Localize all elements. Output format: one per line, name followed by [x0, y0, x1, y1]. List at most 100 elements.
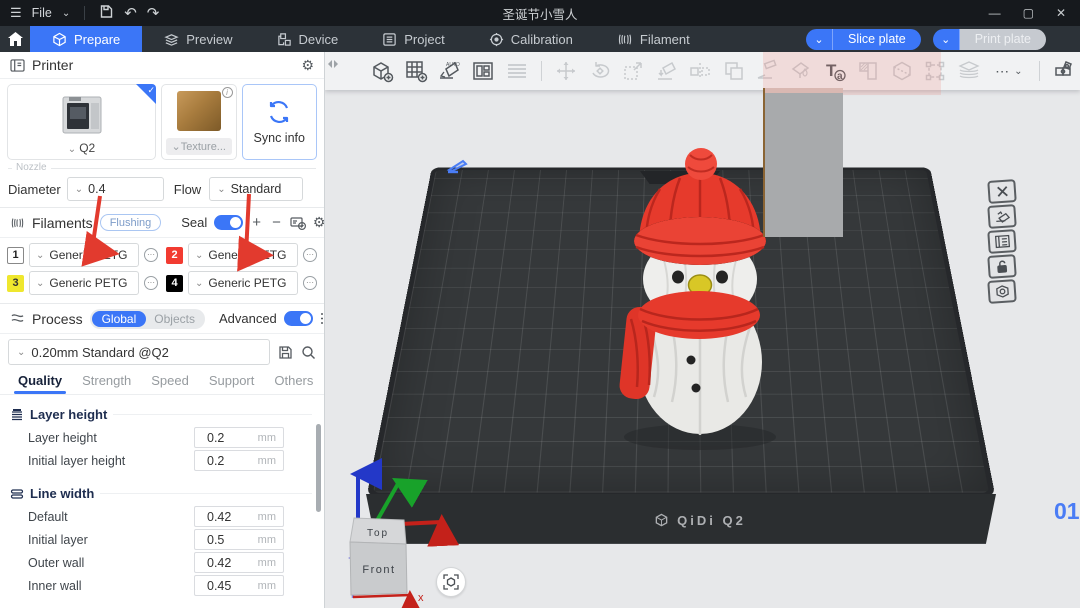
scope-objects[interactable]: Objects [146, 311, 203, 327]
slice-plate-button[interactable]: Slice plate [833, 29, 921, 50]
filament-edit-icon[interactable] [303, 276, 317, 290]
add-plate-icon[interactable] [401, 56, 432, 87]
info-icon[interactable]: i [222, 87, 233, 98]
close-button[interactable]: ✕ [1056, 6, 1066, 20]
assembly-view-icon[interactable] [1049, 56, 1080, 87]
process-preset-select[interactable]: ⌄ 0.20mm Standard @Q2 [8, 339, 270, 365]
nozzle-group: Nozzle Diameter ⌄ 0.4 Flow ⌄ Standard [8, 168, 316, 201]
param-input[interactable]: 0.45mm [194, 575, 284, 596]
plate-settings-icon[interactable] [987, 279, 1017, 304]
title-bar: ☰ File ⌄ ↶ ↷ 圣诞节小雪人 — ▢ ✕ [0, 0, 1080, 26]
print-options-chevron[interactable]: ⌄ [933, 29, 960, 50]
edit-pencil-icon[interactable] [445, 156, 469, 179]
maximize-button[interactable]: ▢ [1023, 6, 1034, 20]
advanced-toggle[interactable] [284, 311, 313, 326]
filament-edit-icon[interactable] [144, 248, 158, 262]
align-list-icon[interactable] [501, 56, 532, 87]
chevron-down-icon: ⌄ [195, 278, 203, 289]
filament-color-badge[interactable]: 2 [166, 247, 183, 264]
lock-plate-icon[interactable] [987, 254, 1017, 279]
flushing-button[interactable]: Flushing [100, 214, 162, 231]
param-input[interactable]: 0.5mm [194, 529, 284, 550]
seal-toggle[interactable] [214, 215, 243, 230]
filament-settings-gear-icon[interactable]: ⚙ [313, 214, 325, 231]
printer-model-card[interactable]: ✓ ⌄Q2 [7, 84, 156, 160]
parameter-list: Layer height Layer height 0.2mm Initial … [0, 395, 324, 597]
save-preset-icon[interactable] [278, 345, 293, 360]
mirror-icon[interactable] [685, 56, 716, 87]
move-icon[interactable] [551, 56, 582, 87]
auto-orient-plate-icon[interactable] [987, 204, 1017, 229]
param-row: Initial layer 0.5mm [0, 528, 324, 551]
project-icon [382, 32, 397, 47]
tab-device[interactable]: Device [255, 26, 361, 52]
sync-filament-list-icon[interactable] [290, 216, 306, 230]
calibration-icon [489, 32, 504, 47]
tab-strength[interactable]: Strength [72, 373, 141, 394]
sidebar-collapse-handle[interactable] [327, 56, 339, 74]
nozzle-diameter-select[interactable]: ⌄ 0.4 [67, 177, 164, 201]
printer-model-select[interactable]: ⌄Q2 [8, 141, 155, 155]
printer-settings-gear-icon[interactable]: ⚙ [301, 57, 314, 74]
home-button[interactable] [0, 26, 30, 52]
remove-filament-button[interactable]: − [270, 214, 283, 231]
file-menu[interactable]: File [32, 6, 52, 20]
filament-color-badge[interactable]: 1 [7, 247, 24, 264]
param-input[interactable]: 0.42mm [194, 506, 284, 527]
sync-info-button[interactable]: Sync info [242, 84, 318, 160]
build-plate-card[interactable]: i ⌄Texture... [161, 84, 237, 160]
filament-color-badge[interactable]: 4 [166, 275, 183, 292]
chevron-down-icon: ⌄ [172, 141, 181, 153]
tab-quality[interactable]: Quality [8, 373, 72, 394]
rotate-icon[interactable] [584, 56, 615, 87]
param-input[interactable]: 0.2mm [194, 450, 284, 471]
scale-icon[interactable] [618, 56, 649, 87]
tab-speed[interactable]: Speed [141, 373, 199, 394]
add-filament-button[interactable]: + [250, 214, 263, 231]
tab-others[interactable]: Others [264, 373, 323, 394]
menu-icon[interactable]: ☰ [10, 5, 22, 21]
tab-prepare[interactable]: Prepare [30, 26, 142, 52]
more-tools-icon[interactable]: ⋯⌄ [987, 56, 1030, 87]
arrange-plates-icon[interactable] [468, 56, 499, 87]
fit-view-button[interactable] [436, 567, 466, 597]
tab-filament[interactable]: Filament [595, 26, 712, 52]
filament-color-badge[interactable]: 3 [7, 275, 24, 292]
save-project-icon[interactable] [99, 4, 114, 22]
slice-options-chevron[interactable]: ⌄ [806, 29, 833, 50]
sidebar-scrollbar[interactable] [316, 424, 321, 512]
advanced-label: Advanced [219, 311, 277, 326]
param-input[interactable]: 0.2mm [194, 427, 284, 448]
undo-icon[interactable]: ↶ [124, 4, 137, 22]
arrange-plate-icon[interactable] [987, 229, 1017, 254]
filament-select-2[interactable]: ⌄Generic PETG [188, 243, 298, 267]
lay-on-face-icon[interactable] [651, 56, 682, 87]
tab-project[interactable]: Project [360, 26, 466, 52]
search-icon[interactable] [301, 345, 316, 360]
redo-icon[interactable]: ↷ [147, 4, 160, 22]
clone-icon[interactable] [719, 56, 750, 87]
param-input[interactable]: 0.42mm [194, 552, 284, 573]
filament-edit-icon[interactable] [303, 248, 317, 262]
plate-branding: QiDi Q2 [654, 513, 746, 528]
variable-layer-icon[interactable] [954, 56, 985, 87]
filament-select-3[interactable]: ⌄Generic PETG [29, 271, 139, 295]
viewport-3d[interactable]: AUTO Ta ⋯⌄ [325, 52, 1080, 608]
scope-global[interactable]: Global [92, 311, 147, 327]
chevron-down-icon[interactable]: ⌄ [62, 8, 70, 19]
add-object-icon[interactable] [367, 56, 398, 87]
filament-select-1[interactable]: ⌄Generic PETG [29, 243, 139, 267]
filament-select-4[interactable]: ⌄Generic PETG [188, 271, 298, 295]
auto-orient-icon[interactable]: AUTO [434, 56, 465, 87]
tab-support[interactable]: Support [199, 373, 265, 394]
plate-type-select[interactable]: ⌄Texture... [166, 138, 232, 155]
filament-edit-icon[interactable] [144, 276, 158, 290]
tab-calibration[interactable]: Calibration [467, 26, 595, 52]
chevron-down-icon: ⌄ [217, 184, 225, 195]
scene-3d[interactable]: QiDi Q2 [325, 52, 1080, 608]
delete-all-icon[interactable] [987, 179, 1017, 204]
print-plate-button[interactable]: Print plate [960, 29, 1046, 50]
tab-preview[interactable]: Preview [142, 26, 254, 52]
minimize-button[interactable]: — [989, 6, 1001, 20]
flow-select[interactable]: ⌄ Standard [209, 177, 303, 201]
